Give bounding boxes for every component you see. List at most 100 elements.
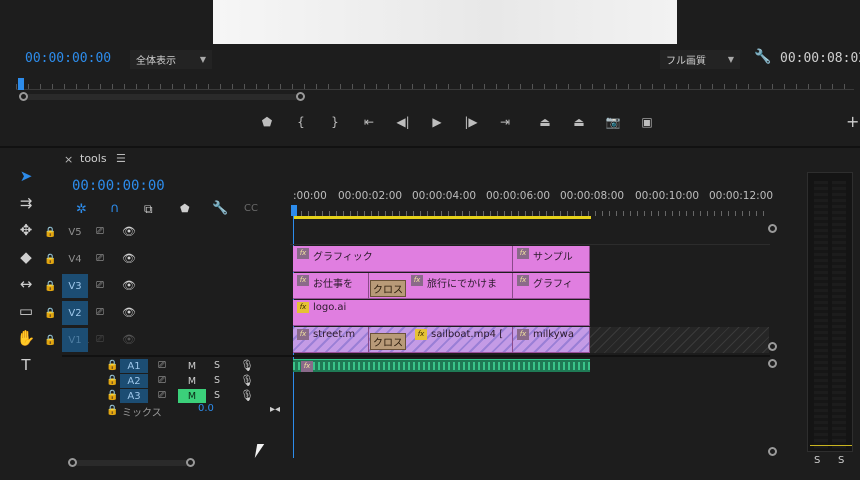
track-label-a2[interactable]: A2: [120, 374, 148, 388]
mute-button[interactable]: M: [178, 359, 206, 373]
vertical-zoom-handle[interactable]: [768, 447, 777, 456]
go-to-edit-point-icon[interactable]: ▸◂: [270, 404, 280, 415]
timeline-horizontal-scrollbar[interactable]: [70, 460, 194, 466]
scroll-handle-left[interactable]: [19, 92, 28, 101]
sync-lock-icon[interactable]: ⎚: [158, 390, 166, 401]
lock-icon[interactable]: 🔒: [44, 281, 56, 292]
clip-v4-sample[interactable]: fx サンプル: [513, 246, 590, 272]
sync-lock-icon[interactable]: ⎚: [96, 307, 104, 318]
lock-icon[interactable]: 🔒: [44, 254, 56, 265]
play-icon[interactable]: ▶: [420, 112, 454, 132]
timeline-playhead-handle[interactable]: [291, 205, 297, 216]
monitor-zoom-scrollbar[interactable]: [22, 94, 304, 100]
lock-icon[interactable]: 🔒: [44, 227, 56, 238]
in-point-icon[interactable]: {: [284, 112, 318, 132]
clip-v1-street[interactable]: fx street.m: [293, 327, 369, 353]
selection-tool-icon[interactable]: ➤: [10, 162, 42, 189]
panel-menu-icon[interactable]: ☰: [116, 152, 126, 165]
type-tool-icon[interactable]: T: [10, 351, 42, 378]
solo-left-button[interactable]: S: [814, 455, 820, 466]
track-label-v3[interactable]: V3: [62, 274, 88, 298]
microphone-icon[interactable]: 🎙: [240, 374, 254, 387]
track-label-v5[interactable]: V5: [62, 220, 88, 244]
add-icon[interactable]: +: [846, 112, 859, 131]
scroll-handle-left[interactable]: [68, 458, 77, 467]
eye-icon[interactable]: 👁: [122, 252, 136, 265]
cross-dissolve-transition[interactable]: クロス: [370, 280, 406, 297]
sync-lock-icon[interactable]: ⎚: [96, 334, 104, 345]
add-marker-icon[interactable]: ⬟: [180, 202, 190, 215]
vertical-zoom-handle[interactable]: [768, 342, 777, 351]
clip-v3-work[interactable]: fx お仕事を: [293, 273, 369, 299]
eye-icon[interactable]: 👁: [122, 306, 136, 319]
lock-icon[interactable]: 🔒: [44, 335, 56, 346]
sequence-tab[interactable]: tools: [80, 152, 107, 165]
snap-magnet-icon[interactable]: ∩: [110, 201, 120, 216]
export-frame-icon[interactable]: 📷: [596, 112, 630, 132]
vertical-zoom-handle[interactable]: [768, 224, 777, 233]
eye-icon[interactable]: 👁: [122, 225, 136, 238]
scroll-handle-right[interactable]: [296, 92, 305, 101]
lock-icon[interactable]: 🔒: [106, 390, 118, 401]
quality-select[interactable]: フル画質 ▼: [660, 50, 740, 69]
vertical-zoom-handle[interactable]: [768, 359, 777, 368]
linked-selection-icon[interactable]: ⧉: [144, 202, 153, 217]
eye-icon[interactable]: 👁: [122, 333, 136, 346]
solo-button[interactable]: S: [214, 390, 220, 401]
extract-icon[interactable]: ⏏: [562, 112, 596, 132]
monitor-time-ruler[interactable]: [16, 76, 854, 90]
timeline-timecode[interactable]: 00:00:00:00: [72, 178, 165, 194]
clip-v2-logo[interactable]: fx logo.ai: [293, 300, 590, 326]
track-select-tool-icon[interactable]: ⇉: [10, 189, 42, 216]
captions-icon[interactable]: CC: [244, 203, 258, 214]
audio-track-headers: 🔒 A1 ⎚ M S 🎙 🔒 A2 ⎚ M S 🎙 🔒 A3 ⎚ M S 🎙 🔒…: [62, 359, 290, 419]
clip-v3-graphic[interactable]: fx グラフィ: [513, 273, 590, 299]
track-label-a1[interactable]: A1: [120, 359, 148, 373]
mute-button[interactable]: M: [178, 374, 206, 388]
step-forward-icon[interactable]: |▶: [454, 112, 488, 132]
step-back-icon[interactable]: ◀|: [386, 112, 420, 132]
compare-icon[interactable]: ▣: [630, 112, 664, 132]
lock-icon[interactable]: 🔒: [44, 308, 56, 319]
close-sequence-icon[interactable]: ×: [64, 153, 73, 166]
nest-toggle-icon[interactable]: ✲: [76, 202, 87, 217]
cross-dissolve-transition[interactable]: クロス: [370, 333, 406, 350]
audio-clip-a1[interactable]: fx: [293, 359, 590, 372]
program-timecode[interactable]: 00:00:00:00: [25, 51, 111, 66]
clip-v1-milkyway[interactable]: fx milkywa: [513, 327, 590, 353]
lift-icon[interactable]: ⏏: [528, 112, 562, 132]
solo-button[interactable]: S: [214, 360, 220, 371]
sync-lock-icon[interactable]: ⎚: [158, 360, 166, 371]
fx-badge: fx: [297, 248, 309, 259]
track-label-v4[interactable]: V4: [62, 247, 88, 271]
marker-icon[interactable]: ⬟: [250, 112, 284, 132]
sync-lock-icon[interactable]: ⎚: [96, 253, 104, 264]
monitor-playhead[interactable]: [18, 78, 24, 90]
timeline-settings-wrench-icon[interactable]: 🔧: [212, 201, 228, 216]
solo-right-button[interactable]: S: [838, 455, 844, 466]
lock-icon[interactable]: 🔒: [106, 405, 118, 416]
sync-lock-icon[interactable]: ⎚: [158, 375, 166, 386]
scroll-handle-right[interactable]: [186, 458, 195, 467]
lock-icon[interactable]: 🔒: [106, 360, 118, 371]
lock-icon[interactable]: 🔒: [106, 375, 118, 386]
sync-lock-icon[interactable]: ⎚: [96, 226, 104, 237]
solo-button[interactable]: S: [214, 375, 220, 386]
zoom-select[interactable]: 全体表示 ▼: [130, 50, 212, 69]
out-point-icon[interactable]: }: [318, 112, 352, 132]
go-to-in-icon[interactable]: ⇤: [352, 112, 386, 132]
sync-lock-icon[interactable]: ⎚: [96, 280, 104, 291]
ruler-label: 00:00:02:00: [338, 190, 403, 202]
track-label-a3[interactable]: A3: [120, 389, 148, 403]
track-label-v2[interactable]: V2: [62, 301, 88, 325]
go-to-out-icon[interactable]: ⇥: [488, 112, 522, 132]
work-area-bar[interactable]: [294, 216, 591, 219]
clip-v4-graphic[interactable]: fx グラフィック: [293, 246, 513, 272]
track-label-v1[interactable]: V1: [62, 328, 88, 352]
wrench-icon[interactable]: 🔧: [754, 49, 771, 65]
microphone-icon[interactable]: 🎙: [240, 359, 254, 372]
microphone-icon[interactable]: 🎙: [240, 389, 254, 402]
eye-icon[interactable]: 👁: [122, 279, 136, 292]
mix-volume-value[interactable]: 0.0: [198, 403, 214, 414]
mute-button[interactable]: M: [178, 389, 206, 403]
